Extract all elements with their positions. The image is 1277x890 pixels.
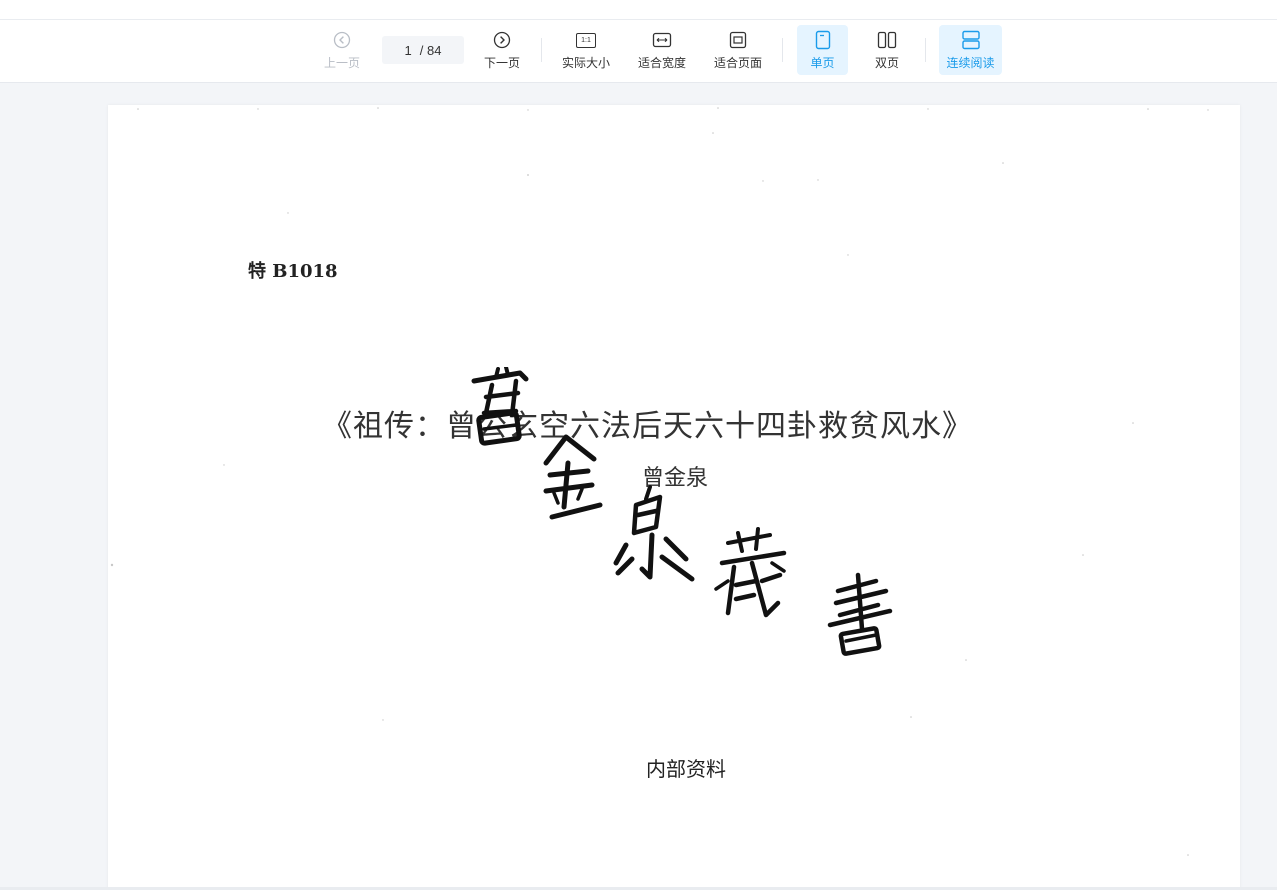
fit-width-button[interactable]: 适合宽度 [634,25,690,75]
continuous-reading-icon [961,30,981,50]
toolbar-separator [782,38,783,62]
continuous-reading-button[interactable]: 连续阅读 [939,25,1002,75]
double-page-icon [877,30,897,50]
single-page-button[interactable]: 单页 [797,25,848,75]
next-page-label: 下一页 [483,56,520,70]
actual-size-button[interactable]: 1:1 实际大小 [558,25,614,75]
page-current-input[interactable]: 1 [405,43,412,58]
actual-size-label: 实际大小 [561,56,610,70]
chevron-left-circle-icon [333,30,351,50]
fit-width-label: 适合宽度 [637,56,686,70]
window-top-strip [0,0,1277,20]
chevron-right-circle-icon [493,30,511,50]
actual-size-icon: 1:1 [576,30,596,50]
continuous-reading-label: 连续阅读 [946,56,995,70]
toolbar-separator [925,38,926,62]
fit-width-icon [652,30,672,50]
single-page-icon [815,30,831,50]
next-page-button[interactable]: 下一页 [480,25,524,75]
prev-page-button[interactable]: 上一页 [320,25,364,75]
viewer-toolbar: 上一页 1 / 84 下一页 1:1 实际大小 适合宽度 适合页面 单页 双页 … [0,20,1277,83]
prev-page-label: 上一页 [323,56,360,70]
document-viewer[interactable]: 特 B1018 《祖传：曾公玄空六法后天六十四卦救贫风水》 曾金泉 内部资料 [0,83,1277,890]
fit-page-icon [729,30,747,50]
double-page-button[interactable]: 双页 [862,25,912,75]
collector-seal-stamp [471,367,893,656]
double-page-label: 双页 [874,56,899,70]
internal-material-note: 内部资料 [646,757,726,781]
toolbar-separator [541,38,542,62]
single-page-label: 单页 [810,56,835,70]
document-page: 特 B1018 《祖传：曾公玄空六法后天六十四卦救贫风水》 曾金泉 内部资料 [108,105,1240,890]
page-total: / 84 [419,42,442,58]
fit-page-button[interactable]: 适合页面 [710,25,766,75]
document-code: 特 B1018 [248,261,338,282]
fit-page-label: 适合页面 [713,56,762,70]
page-number-box[interactable]: 1 / 84 [382,36,464,64]
